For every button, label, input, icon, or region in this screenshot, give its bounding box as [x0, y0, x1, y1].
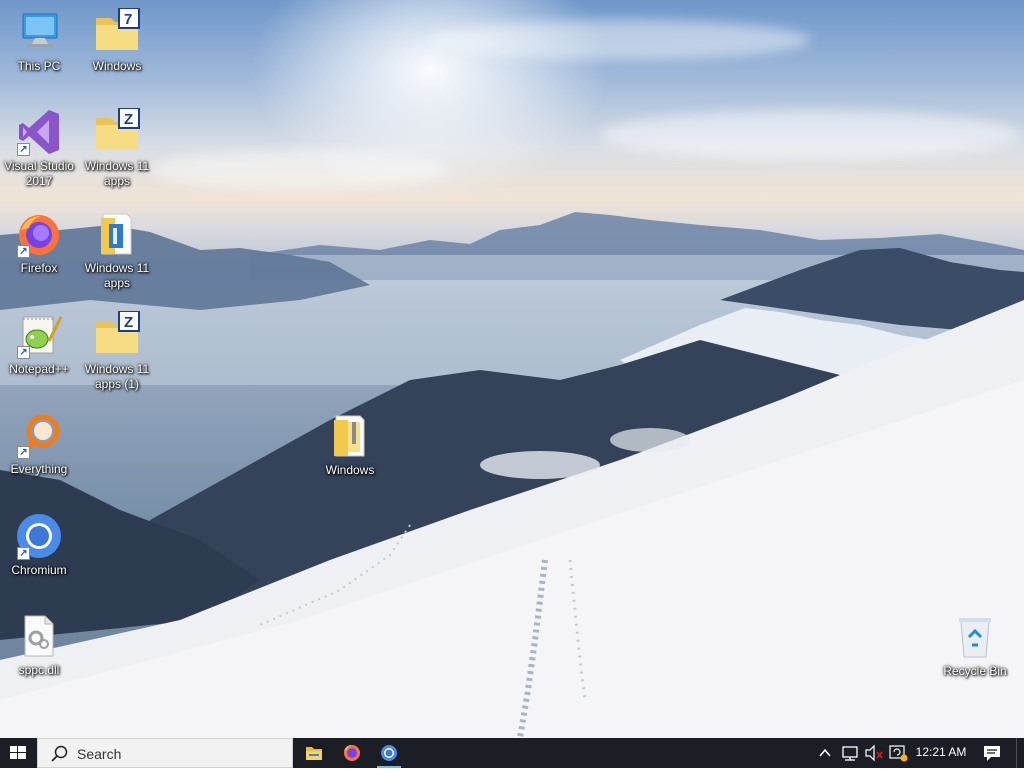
tray-volume[interactable] [862, 738, 886, 768]
desktop-icon-label: Recycle Bin [943, 664, 1007, 678]
recycle-bin-icon [959, 618, 991, 658]
desktop-icon-label: Windows [92, 59, 142, 73]
desktop-icon-windows-11-apps-zip[interactable]: Z Windows 11 apps [79, 107, 155, 189]
show-desktop-button[interactable] [1016, 738, 1024, 768]
network-icon [842, 746, 858, 761]
desktop-icon-notepad-plus-plus[interactable]: ↗ Notepad++ [1, 311, 77, 377]
taskbar-clock[interactable]: 12:21 AM [906, 745, 976, 759]
search-placeholder: Search [77, 746, 122, 762]
volume-muted-icon [865, 744, 883, 762]
chromium-icon [381, 745, 397, 761]
desktop-icon-windows-folder[interactable]: Windows [312, 412, 388, 478]
desktop-icon-this-pc[interactable]: This PC [1, 8, 77, 74]
tray-overflow-button[interactable] [815, 738, 835, 768]
desktop-icon-label: Windows [325, 463, 375, 477]
firefox-icon [344, 745, 360, 761]
this-pc-icon [22, 13, 58, 47]
notification-icon [984, 746, 1000, 761]
windows-logo-icon [10, 746, 26, 759]
tray-notifications[interactable] [978, 738, 1006, 768]
shortcut-arrow-icon: ↗ [17, 245, 30, 258]
winrar-folder-icon: 7 [96, 7, 140, 50]
desktop-icon-visual-studio[interactable]: ↗ Visual Studio 2017 [1, 108, 77, 189]
desktop-icon-label: Notepad++ [9, 362, 69, 376]
desktop-icon-windows-11-apps-folder[interactable]: Windows 11 apps [79, 210, 155, 291]
shortcut-arrow-icon: ↗ [17, 547, 30, 560]
desktop-icon-label: Visual Studio 2017 [4, 159, 74, 188]
taskbar: Search 12:21 AM [0, 738, 1024, 768]
shortcut-arrow-icon: ↗ [17, 446, 30, 459]
svg-text:Z: Z [124, 314, 133, 331]
shortcut-arrow-icon: ↗ [17, 143, 30, 156]
desktop[interactable]: This PC 7 Windows ↗ Visual Studio 2017 Z… [0, 0, 1024, 738]
taskbar-firefox[interactable] [334, 738, 370, 768]
desktop-icon-windows-archive[interactable]: 7 Windows [79, 7, 155, 74]
desktop-icon-label: Windows 11 apps [84, 159, 150, 188]
start-button[interactable] [0, 738, 36, 768]
svg-text:7: 7 [124, 11, 132, 28]
winzip-folder-icon: Z [96, 310, 140, 353]
desktop-icon-sppc-dll[interactable]: sppc.dll [1, 612, 77, 678]
shortcut-arrow-icon: ↗ [17, 346, 30, 359]
desktop-icon-label: Windows 11 apps [84, 261, 150, 290]
desktop-icon-label: sppc.dll [18, 663, 60, 677]
desktop-icon-label: Chromium [11, 563, 67, 577]
search-box[interactable]: Search [37, 738, 293, 768]
search-icon [51, 745, 68, 762]
taskbar-file-explorer[interactable] [296, 738, 332, 768]
tray-network[interactable] [838, 738, 862, 768]
svg-text:Z: Z [124, 111, 133, 128]
dll-file-icon [24, 615, 54, 657]
zipped-folder-icon [101, 213, 132, 255]
desktop-icon-label: Windows 11 apps (1) [84, 362, 150, 391]
desktop-icon-recycle-bin[interactable]: Recycle Bin [937, 613, 1013, 679]
winzip-folder-icon: Z [96, 107, 140, 150]
zipped-folder-icon [334, 415, 365, 457]
desktop-icon-firefox[interactable]: ↗ Firefox [1, 210, 77, 276]
desktop-icon-windows-11-apps-1[interactable]: Z Windows 11 apps (1) [79, 310, 155, 392]
desktop-icon-label: Everything [10, 462, 68, 476]
desktop-icon-label: Firefox [20, 261, 58, 275]
taskbar-chromium[interactable] [371, 738, 407, 768]
desktop-icon-label: This PC [17, 59, 61, 73]
file-explorer-icon [306, 747, 322, 760]
desktop-icon-chromium[interactable]: ↗ Chromium [1, 512, 77, 578]
desktop-icon-everything[interactable]: ↗ Everything [1, 411, 77, 477]
chevron-up-icon [819, 748, 831, 757]
